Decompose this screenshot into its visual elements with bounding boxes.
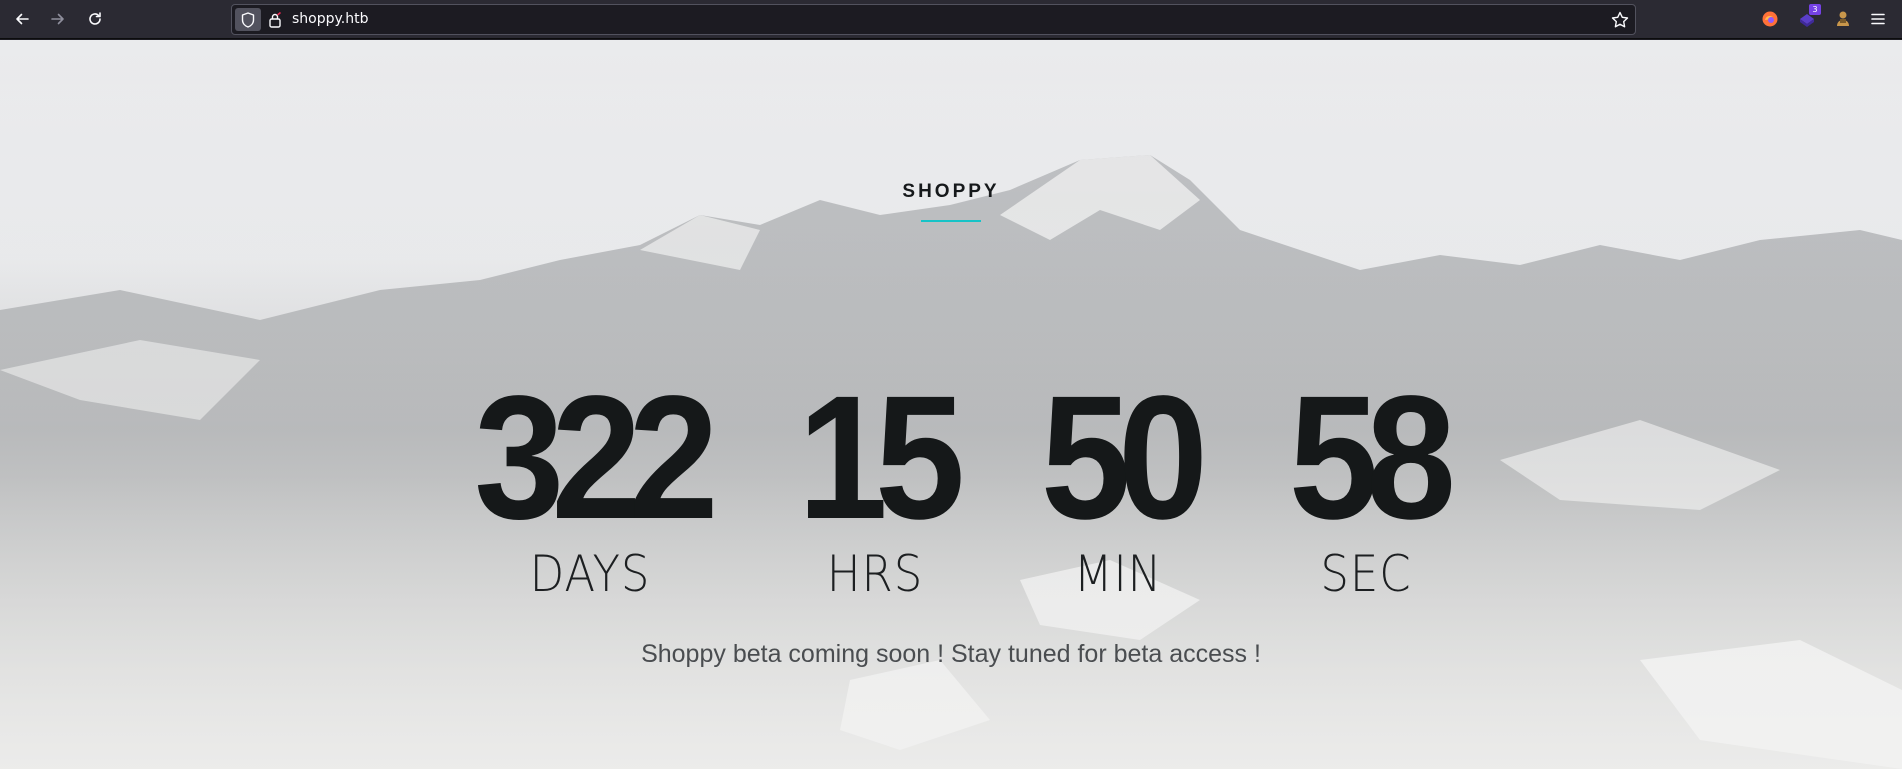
url-bar[interactable]: shoppy.htb bbox=[231, 4, 1636, 35]
extension-puzzle-icon bbox=[1837, 11, 1849, 26]
hamburger-menu-icon bbox=[1871, 13, 1885, 25]
forward-button[interactable] bbox=[43, 4, 73, 34]
reload-icon bbox=[89, 12, 101, 25]
days-value: 322 bbox=[474, 360, 718, 556]
extension-button[interactable]: 3 bbox=[1797, 4, 1821, 29]
minutes-label: MIN bbox=[1073, 545, 1163, 603]
countdown-hours: 15 HRS bbox=[770, 370, 980, 602]
countdown-minutes: 50 MIN bbox=[1012, 370, 1224, 602]
star-icon[interactable] bbox=[1611, 11, 1629, 29]
seconds-value: 58 bbox=[1288, 360, 1456, 556]
page-viewport: SHOPPY 322 DAYS 15 HRS 50 MIN 58 SEC Sho… bbox=[0, 40, 1902, 769]
beta-tagline: Shoppy beta coming soon ! Stay tuned for… bbox=[641, 640, 1261, 668]
seconds-label: SEC bbox=[1320, 545, 1412, 603]
firefox-extension-icon bbox=[1762, 11, 1778, 27]
firefox-extension-button[interactable] bbox=[1760, 9, 1780, 29]
browser-toolbar: shoppy.htb 3 bbox=[0, 0, 1902, 39]
lock-icon[interactable] bbox=[268, 12, 282, 28]
countdown-days: 322 DAYS bbox=[440, 370, 740, 602]
back-arrow-icon bbox=[16, 13, 29, 25]
tracking-protection-button[interactable] bbox=[235, 8, 261, 31]
extension-puzzle-button[interactable] bbox=[1833, 9, 1853, 29]
countdown-seconds: 58 SEC bbox=[1260, 370, 1472, 602]
reload-button[interactable] bbox=[80, 4, 110, 34]
minutes-value: 50 bbox=[1040, 360, 1208, 556]
shield-icon bbox=[241, 11, 255, 28]
back-button[interactable] bbox=[7, 4, 37, 34]
forward-arrow-icon bbox=[51, 13, 64, 25]
hours-value: 15 bbox=[797, 360, 965, 556]
days-label: DAYS bbox=[529, 545, 651, 603]
url-text[interactable]: shoppy.htb bbox=[292, 11, 369, 27]
hours-label: HRS bbox=[826, 545, 924, 603]
extension-badge: 3 bbox=[1809, 4, 1821, 15]
app-menu-button[interactable] bbox=[1868, 9, 1888, 29]
